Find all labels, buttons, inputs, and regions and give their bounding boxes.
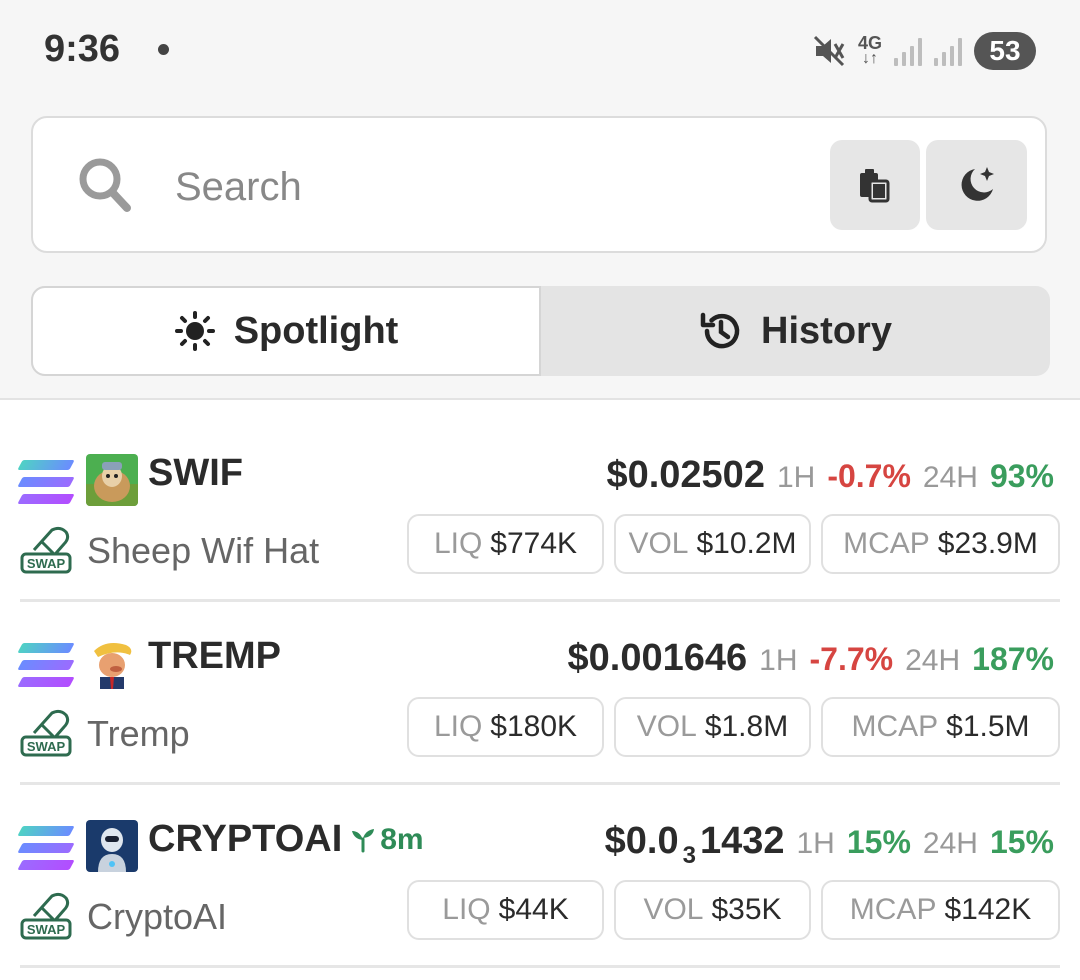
token-symbol: SWIF — [148, 452, 243, 494]
price-line: $0.02502 1H -0.7% 24H 93% — [606, 454, 1054, 497]
svg-text:SWAP: SWAP — [27, 922, 66, 937]
moon-stars-icon — [961, 167, 994, 201]
price-line: $0.001646 1H -7.7% 24H 187% — [568, 637, 1054, 680]
token-avatar-tremp — [86, 637, 138, 689]
tf-24h: 24H — [905, 644, 961, 677]
search-bar[interactable] — [31, 116, 1047, 253]
tf-1h: 1H — [776, 461, 816, 494]
token-price: $0.0 3 1432 — [604, 820, 785, 869]
change-1h: -0.7% — [827, 458, 911, 494]
signal-icon — [894, 36, 922, 66]
solana-icon — [17, 643, 75, 687]
search-icon — [79, 158, 131, 212]
row-divider — [20, 599, 1060, 602]
sprout-icon — [352, 828, 375, 852]
token-name: Tremp — [87, 713, 190, 754]
tf-1h: 1H — [759, 644, 798, 677]
change-1h: 15% — [846, 824, 911, 860]
tab-spotlight[interactable]: Spotlight — [31, 286, 541, 376]
sun-icon — [174, 311, 215, 351]
token-price: $0.02502 — [606, 454, 765, 496]
signal-icon-2 — [934, 36, 962, 66]
token-name: Sheep Wif Hat — [87, 530, 320, 571]
top-panel: 9:36 4G ↓↑ 53 Search Spotlight History — [0, 0, 1080, 400]
notification-dot — [158, 44, 169, 55]
svg-text:SWAP: SWAP — [27, 739, 66, 754]
status-time: 9:36 — [44, 28, 121, 70]
swap-icon: SWAP — [20, 526, 72, 574]
solana-icon — [17, 460, 75, 504]
tf-24h: 24H — [922, 827, 978, 860]
history-icon — [700, 312, 740, 349]
row-divider — [20, 965, 1060, 968]
token-symbol: TREMP — [148, 635, 281, 677]
search-input[interactable] — [173, 156, 817, 218]
solana-icon — [17, 826, 75, 870]
battery-icon: 53 — [974, 32, 1036, 70]
token-avatar-robot — [86, 820, 138, 872]
tf-24h: 24H — [922, 461, 978, 494]
tab-history[interactable]: History — [541, 286, 1050, 376]
svg-text:SWAP: SWAP — [27, 556, 66, 571]
status-icons: 4G ↓↑ 53 — [812, 30, 1036, 72]
token-symbol: CRYPTOAI 8m — [148, 818, 424, 860]
price-line: $0.0 3 1432 1H 15% 24H 15% — [605, 820, 1054, 870]
change-1h: -7.7% — [809, 641, 894, 677]
tab-bar: Spotlight History — [31, 286, 1050, 376]
mcap-pill: MCAP $23.9M — [821, 514, 1060, 574]
tab-spotlight-label: Spotlight — [233, 309, 399, 352]
token-price: $0.001646 — [567, 637, 748, 679]
token-row-tremp[interactable]: TREMP $0.001646 1H -7.7% 24H 187% SWAP T… — [0, 615, 1080, 797]
change-24h: 15% — [989, 824, 1054, 860]
liquidity-pill: LIQ $774K — [407, 514, 604, 574]
mute-icon — [813, 35, 845, 67]
change-24h: 93% — [989, 458, 1054, 494]
swap-icon: SWAP — [20, 892, 72, 940]
token-avatar-sheep — [86, 454, 138, 506]
token-row-swif[interactable]: SWIF $0.02502 1H -0.7% 24H 93% SWAP Shee… — [0, 432, 1080, 614]
liquidity-pill: LIQ $44K — [407, 880, 604, 940]
paste-button[interactable] — [830, 140, 920, 230]
volume-pill: VOL $1.8M — [614, 697, 811, 757]
mcap-pill: MCAP $1.5M — [821, 697, 1060, 757]
token-row-cryptoai[interactable]: CRYPTOAI 8m $0.0 3 1432 1H 15% 24H 15% SWA… — [0, 798, 1080, 980]
token-name: CryptoAI — [87, 896, 228, 937]
network-type: 4G ↓↑ — [857, 33, 882, 67]
clipboard-icon — [860, 169, 890, 203]
liquidity-pill: LIQ $180K — [407, 697, 604, 757]
mcap-pill: MCAP $142K — [821, 880, 1060, 940]
swap-icon: SWAP — [20, 709, 72, 757]
tab-history-label: History — [761, 309, 892, 352]
tf-1h: 1H — [796, 827, 835, 860]
change-24h: 187% — [972, 641, 1054, 677]
dark-mode-button[interactable] — [926, 140, 1027, 230]
row-divider — [20, 782, 1060, 785]
volume-pill: VOL $35K — [614, 880, 811, 940]
token-age: 8m — [350, 823, 424, 857]
volume-pill: VOL $10.2M — [614, 514, 811, 574]
